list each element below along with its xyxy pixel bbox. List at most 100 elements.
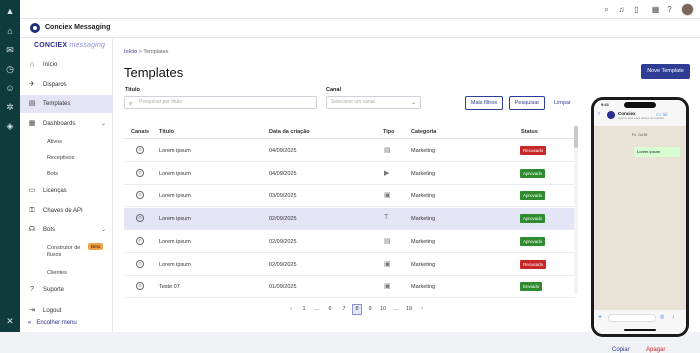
sidebar-item-bots[interactable]: ☊ Bots ⌄: [20, 221, 113, 239]
search-button[interactable]: Pesquisar: [509, 96, 545, 110]
table-row[interactable]: ✆ Lorem ipsum 02/09/2025 ▤ Marketing Aprovado: [124, 231, 574, 253]
type-text-icon: T: [384, 214, 389, 222]
whatsapp-icon: ✆: [136, 191, 144, 200]
settings-icon[interactable]: ✲: [5, 102, 15, 112]
icon-rail: ▲ ⌂ ✉ ◷ ☺ ✲ ◈ ✕: [0, 0, 20, 332]
col-categoria: Categoria: [411, 129, 437, 135]
search-icon: ⌕: [129, 101, 133, 107]
table-row[interactable]: ✆ Lorem ipsum 02/09/2025 T Marketing Aprovado: [124, 208, 574, 231]
phone-preview: 9:41 ‹ Conciex Aperte aqui para dados do…: [591, 97, 689, 337]
row-title: Lorem ipsum: [159, 170, 191, 177]
sidebar-item-label: Templates: [43, 101, 71, 107]
pagination-next[interactable]: ›: [417, 306, 427, 312]
delete-button[interactable]: Apagar: [646, 347, 665, 353]
pagination-page: ...: [393, 306, 399, 312]
channel-filter-label: Canal: [326, 87, 341, 93]
mail-icon[interactable]: ✉: [5, 45, 15, 55]
box-icon[interactable]: ◈: [5, 121, 15, 131]
sidebar-item-label: Dashboards: [43, 121, 76, 127]
sidebar-subitem-construtor-2[interactable]: fluxos: [47, 252, 61, 258]
new-template-button[interactable]: Nove Template: [641, 64, 690, 79]
contact-avatar: [607, 111, 615, 119]
avatar[interactable]: [681, 3, 694, 16]
table-row[interactable]: ✆ Lorem ipsum 04/09/2025 ▤ Marketing Recusado: [124, 140, 574, 162]
grid-logo-icon: ✕: [6, 316, 14, 326]
row-category: Marketing: [411, 170, 436, 177]
sidebar-item-templates[interactable]: ▤ Templates: [20, 95, 113, 113]
type-image-icon: ▣: [384, 283, 391, 291]
pagination-prev[interactable]: ‹: [286, 306, 296, 312]
app-logo-icon: [30, 23, 40, 33]
logout-icon: ⇥: [29, 307, 35, 314]
user-icon[interactable]: ☺: [5, 83, 15, 93]
pagination-page[interactable]: 9: [365, 306, 375, 312]
sidebar-item-label: Bots: [43, 227, 56, 233]
breadcrumb-home[interactable]: Início: [124, 49, 137, 55]
call-icons: ▭ ☏: [656, 112, 669, 118]
phone-message-input: [608, 314, 656, 322]
clock-icon[interactable]: ◷: [5, 64, 15, 74]
status-badge: Recusado: [520, 259, 547, 269]
help-icon: ?: [30, 286, 34, 293]
sidebar-item-disparos[interactable]: ✈ Disparos: [20, 76, 113, 94]
row-date: 02/09/2025: [269, 216, 297, 223]
col-canais: Canais: [131, 129, 150, 135]
sidebar-item-chaves-api[interactable]: ⚿ Chaves de API: [20, 202, 113, 220]
table-row[interactable]: ✆ Teste 07 01/09/2025 ▣ Marketing Enviado: [124, 276, 574, 299]
pagination-page[interactable]: 1: [299, 306, 309, 312]
sidebar-subitem-bots[interactable]: Bots: [47, 171, 58, 177]
chevron-down-icon[interactable]: ⌄: [101, 120, 106, 127]
type-video-icon: ▶: [384, 169, 390, 177]
phone-notch: [624, 102, 656, 108]
chevron-down-icon[interactable]: ⌄: [101, 226, 106, 233]
col-data: Data da criação: [269, 129, 310, 135]
notification-icon[interactable]: ▯: [632, 5, 641, 14]
title-search-input[interactable]: ⌕ Pesquisar por título: [124, 96, 317, 109]
pagination-page[interactable]: 10: [378, 306, 388, 312]
sidebar-item-dashboards[interactable]: ▦ Dashboards ⌄: [20, 115, 113, 133]
table-row[interactable]: ✆ Lorem ipsum 03/09/2025 ▣ Marketing Aprovado: [124, 185, 574, 208]
bell-icon[interactable]: ♫: [617, 5, 626, 14]
sidebar-subitem-ativos[interactable]: Ativos: [47, 139, 62, 145]
collapse-menu-button[interactable]: « Encolher menu: [28, 320, 77, 326]
sidebar-item-logout[interactable]: ⇥ Logout: [20, 302, 113, 320]
home-icon[interactable]: ⌂: [5, 26, 15, 36]
sidebar-subitem-construtor[interactable]: Construtor de: [47, 245, 80, 251]
pagination-page[interactable]: 7: [339, 306, 349, 312]
apps-icon[interactable]: ▦: [651, 5, 660, 14]
sidebar-item-inicio[interactable]: ⌂ Início: [20, 56, 113, 74]
double-chevron-left-icon: «: [28, 320, 32, 326]
sidebar-item-licencas[interactable]: ▭ Licenças: [20, 182, 113, 200]
pagination-page[interactable]: 6: [325, 306, 335, 312]
row-date: 04/09/2025: [269, 148, 297, 154]
back-icon: ‹: [598, 111, 600, 117]
row-title: Lorem ipsum: [159, 193, 191, 200]
channel-select[interactable]: Selecione um canal ⌄: [326, 96, 421, 109]
table-scrollbar[interactable]: [574, 124, 578, 294]
pagination-page[interactable]: 19: [404, 306, 414, 312]
mic-icon: ♪: [672, 314, 675, 320]
sidebar-item-suporte[interactable]: ? Suporte: [20, 281, 113, 299]
main-content: Início > Templates Templates Nove Templa…: [113, 38, 700, 353]
table-row[interactable]: ✆ Lorem ipsum 02/09/2025 ▣ Marketing Recusado: [124, 254, 574, 276]
sidebar-item-label: Chaves de API: [43, 208, 83, 214]
sidebar-item-label: Suporte: [43, 287, 65, 293]
more-filters-button[interactable]: Mais filtros: [465, 96, 503, 110]
table-row[interactable]: ✆ Lorem ipsum 04/09/2025 ▶ Marketing Aprovado: [124, 163, 574, 185]
pagination-page[interactable]: 8: [352, 304, 362, 315]
row-date: 02/09/2025: [269, 261, 297, 268]
clear-button[interactable]: Limpar: [554, 100, 571, 106]
home-icon: ⌂: [29, 61, 35, 68]
row-title: Lorem ipsum: [159, 148, 191, 154]
search-icon[interactable]: ⌕: [602, 5, 611, 14]
row-date: 03/09/2025: [269, 193, 297, 200]
row-category: Marketing: [411, 148, 436, 154]
brand-icon[interactable]: ▲: [5, 6, 15, 16]
copy-button[interactable]: Copiar: [612, 347, 630, 353]
help-icon[interactable]: ?: [665, 5, 674, 14]
sidebar-subitem-clientes[interactable]: Clientes: [47, 270, 67, 276]
title-filter-label: Titulo: [125, 87, 140, 93]
sidebar-subitem-receptivos[interactable]: Receptivos: [47, 155, 74, 161]
logo: CONCIEX messaging: [34, 42, 106, 49]
app-title: Conciex Messaging: [45, 24, 111, 31]
